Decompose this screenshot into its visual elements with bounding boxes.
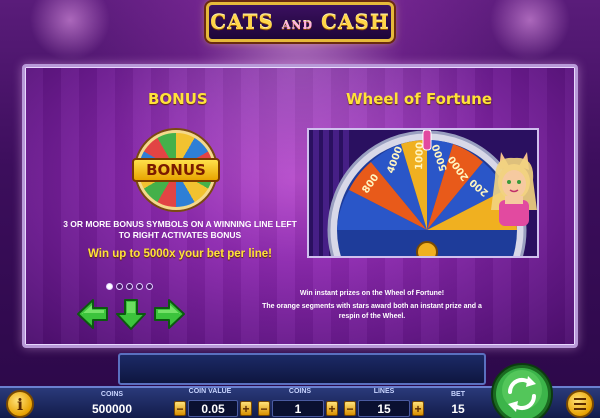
lines-plus-button[interactable]: + — [412, 401, 424, 416]
coins-balance-label: COINS — [100, 391, 124, 398]
coin-value-label: COIN VALUE — [188, 388, 232, 395]
logo-word-cats: CATS — [210, 10, 274, 34]
page-dot-4[interactable] — [136, 283, 143, 290]
message-bar — [118, 353, 486, 385]
lines-label: LINES — [373, 388, 395, 395]
coins-minus-button[interactable]: − — [258, 401, 270, 416]
menu-icon-bar — [574, 408, 586, 410]
page-indicator — [106, 283, 153, 290]
bonus-symbol-label: BONUS — [132, 158, 220, 182]
coins-plus-button[interactable]: + — [326, 401, 338, 416]
coins-per-line-display: 1 — [272, 400, 324, 417]
coins-per-line-label: COINS — [288, 388, 312, 395]
wheel-description-line3: respin of the Wheel. — [338, 313, 406, 320]
menu-icon-bar — [574, 398, 586, 400]
wheel-description-line1: Win instant prizes on the Wheel of Fortu… — [299, 290, 445, 297]
page-dot-3[interactable] — [126, 283, 133, 290]
page-dot-2[interactable] — [116, 283, 123, 290]
bonus-title: BONUS — [148, 90, 208, 108]
lines-display: 15 — [358, 400, 410, 417]
bet-value: 15 — [451, 402, 465, 416]
info-icon: i — [16, 394, 24, 414]
wheel-description: Win instant prizes on the Wheel of Fortu… — [232, 289, 512, 322]
coin-value-plus-button[interactable]: + — [240, 401, 252, 416]
previous-page-arrow-icon[interactable] — [76, 297, 110, 331]
logo-word-and: AND — [281, 19, 314, 32]
bonus-description-line2: TO RIGHT ACTIVATES BONUS — [118, 230, 242, 240]
bonus-win-text: Win up to 5000x your bet per line! — [88, 248, 272, 260]
bet-label: BET — [451, 391, 465, 398]
menu-button[interactable] — [566, 390, 594, 418]
bonus-description-line1: 3 OR MORE BONUS SYMBOLS ON A WINNING LIN… — [63, 219, 297, 229]
bonus-description: 3 OR MORE BONUS SYMBOLS ON A WINNING LIN… — [60, 219, 300, 241]
spin-button[interactable] — [490, 362, 554, 418]
info-button[interactable]: i — [6, 390, 34, 418]
logo-word-cash: CASH — [320, 10, 390, 34]
page-dot-1[interactable] — [106, 283, 113, 290]
wheel-description-line2: The orange segments with stars award bot… — [262, 303, 482, 310]
coin-value-minus-button[interactable]: − — [174, 401, 186, 416]
home-down-arrow-icon[interactable] — [114, 297, 148, 331]
coin-value-display: 0.05 — [188, 400, 238, 417]
wheel-title: Wheel of Fortune — [346, 90, 493, 108]
game-logo: CATS AND CASH — [206, 2, 394, 42]
page-dot-5[interactable] — [146, 283, 153, 290]
coins-balance-value: 500000 — [91, 402, 133, 416]
lines-minus-button[interactable]: − — [344, 401, 356, 416]
wheel-of-fortune-image: 800 4000 1000 5000 2000 200 — [307, 128, 539, 258]
wheel-illustration: 800 4000 1000 5000 2000 200 — [309, 130, 537, 256]
logo-text: CATS AND CASH — [210, 10, 390, 34]
next-page-arrow-icon[interactable] — [152, 297, 186, 331]
menu-icon-bar — [574, 403, 586, 405]
